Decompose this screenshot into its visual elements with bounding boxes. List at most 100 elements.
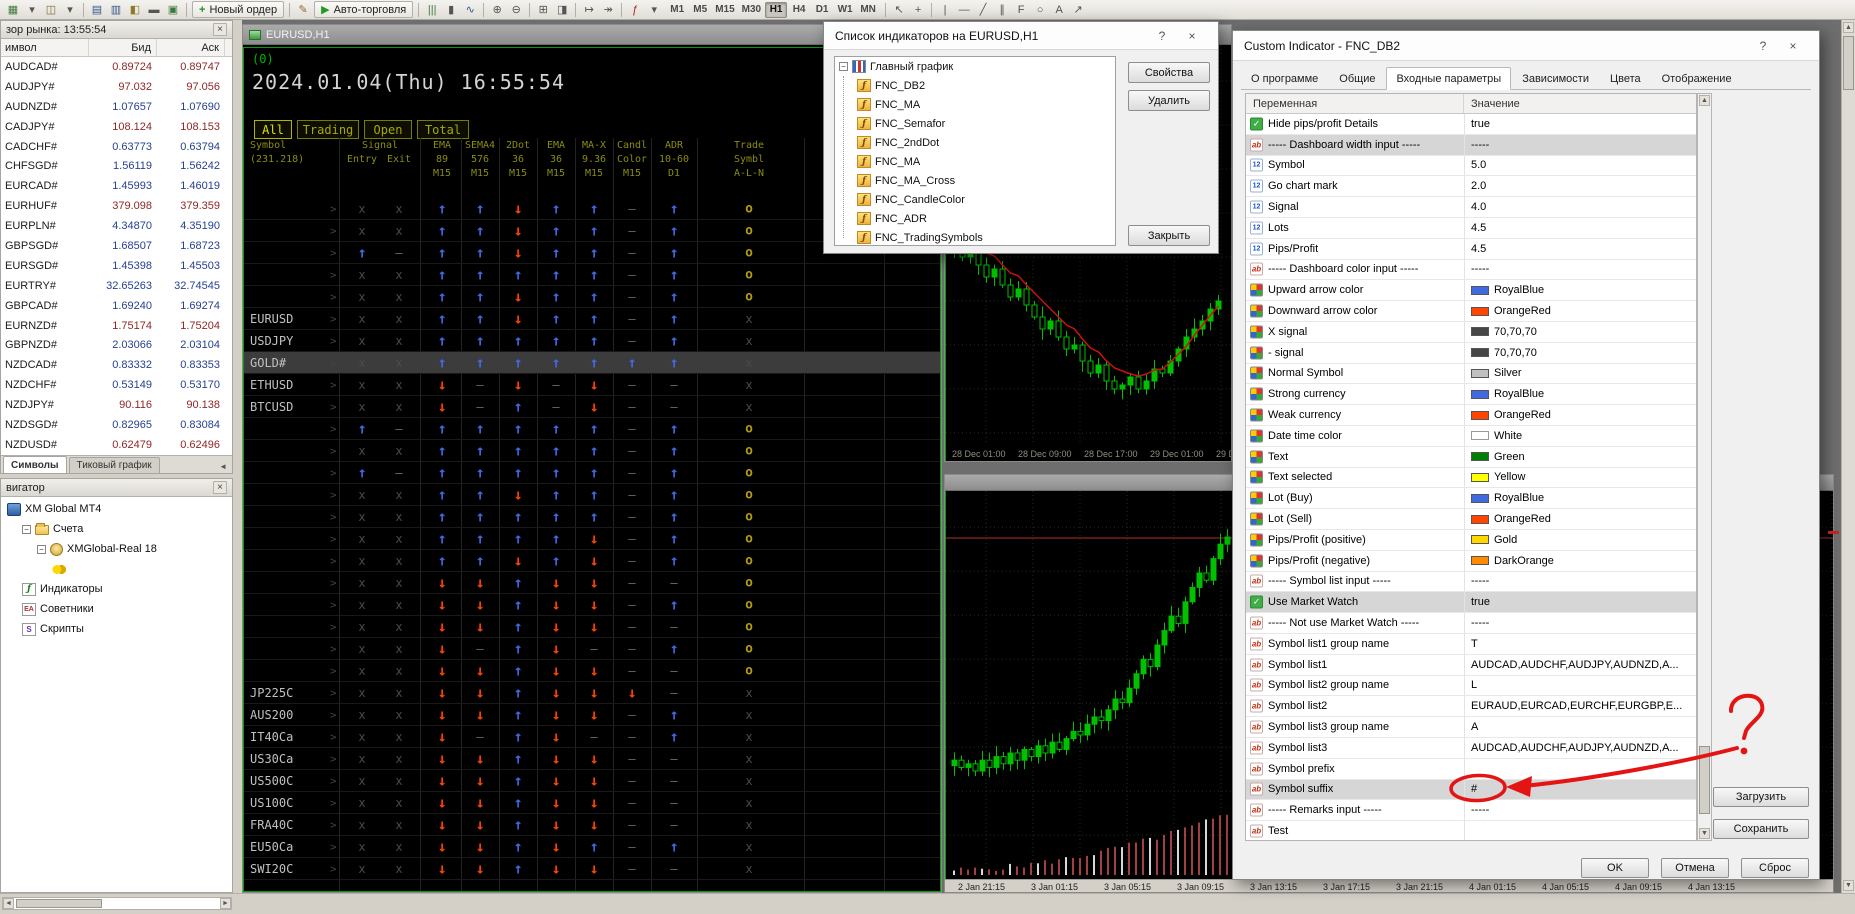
- dashboard-row[interactable]: AUS200>xx↓↓↑↓↓–↑x: [244, 704, 940, 726]
- save-button[interactable]: Сохранить: [1713, 819, 1809, 839]
- dashboard-row[interactable]: EURUSD>xx↑↑↓↑↑–↑x: [244, 308, 940, 330]
- dashboard-row[interactable]: FRA40C>xx↓↓↑↓↓––x: [244, 814, 940, 836]
- param-row[interactable]: ab----- Dashboard width input ----------: [1246, 135, 1696, 156]
- param-value[interactable]: A: [1464, 717, 1696, 737]
- param-row[interactable]: Pips/Profit (positive)Gold: [1246, 530, 1696, 551]
- market-watch-row[interactable]: NZDSGD#0.829650.83084: [1, 415, 232, 435]
- market-watch-row[interactable]: CADJPY#108.124108.153: [1, 117, 232, 137]
- filter-all-button[interactable]: All: [254, 120, 292, 139]
- param-value[interactable]: -----: [1464, 572, 1696, 592]
- timeframe-w1-button[interactable]: W1: [834, 2, 856, 18]
- new-order-button[interactable]: +Новый ордер: [192, 1, 284, 18]
- param-value[interactable]: -----: [1464, 613, 1696, 633]
- tab-о-программе[interactable]: О программе: [1241, 68, 1328, 89]
- autotrading-button[interactable]: ▶Авто-торговля: [314, 1, 413, 18]
- row-chevron-icon[interactable]: >: [330, 598, 337, 611]
- market-watch-row[interactable]: CHFSGD#1.561191.56242: [1, 156, 232, 176]
- load-button[interactable]: Загрузить: [1713, 787, 1809, 807]
- market-watch-row[interactable]: CADCHF#0.637730.63794: [1, 137, 232, 157]
- param-row[interactable]: ✓Use Market Watchtrue: [1246, 592, 1696, 613]
- param-row[interactable]: 12Signal4.0: [1246, 197, 1696, 218]
- indicator-list-item[interactable]: ƒFNC_2ndDot: [835, 133, 1115, 152]
- tree-expander-icon[interactable]: −: [22, 525, 31, 534]
- row-chevron-icon[interactable]: >: [330, 840, 337, 853]
- navigator-icon[interactable]: ◧: [126, 1, 144, 18]
- terminal-icon[interactable]: ▬: [145, 1, 163, 18]
- column-symbol[interactable]: имвол: [1, 39, 89, 56]
- timeframe-h1-button[interactable]: H1: [765, 2, 787, 18]
- vertical-scrollbar-thumb[interactable]: [1843, 36, 1854, 90]
- param-row[interactable]: TextGreen: [1246, 447, 1696, 468]
- dashboard-row[interactable]: >xx↑↑↑↑↑–↑o: [244, 506, 940, 528]
- horizontal-scrollbar[interactable]: ◄ ►: [2, 897, 232, 910]
- market-watch-row[interactable]: GBPSGD#1.685071.68723: [1, 236, 232, 256]
- params-scrollbar[interactable]: ▲ ▼: [1697, 93, 1712, 841]
- param-value[interactable]: White: [1464, 426, 1696, 446]
- dashboard-row[interactable]: >xx↓↓↑↓↓––o: [244, 572, 940, 594]
- row-chevron-icon[interactable]: >: [330, 444, 337, 457]
- row-chevron-icon[interactable]: >: [330, 708, 337, 721]
- dashboard-row[interactable]: US500C>xx↓↓↑↓↓––x: [244, 770, 940, 792]
- dashboard-row[interactable]: JP225C>xx↓↓↑↓↓↓–x: [244, 682, 940, 704]
- dashboard-row[interactable]: US30Ca>xx↓↓↑↓↓––x: [244, 748, 940, 770]
- param-value[interactable]: true: [1464, 114, 1696, 134]
- param-row[interactable]: abSymbol list2 group nameL: [1246, 676, 1696, 697]
- market-watch-row[interactable]: AUDCAD#0.897240.89747: [1, 57, 232, 77]
- param-value[interactable]: OrangeRed: [1464, 509, 1696, 529]
- param-row[interactable]: Normal SymbolSilver: [1246, 364, 1696, 385]
- param-value[interactable]: Green: [1464, 447, 1696, 467]
- metaeditor-icon[interactable]: ✎: [294, 1, 312, 18]
- row-chevron-icon[interactable]: >: [330, 268, 337, 281]
- param-value[interactable]: 4.0: [1464, 197, 1696, 217]
- param-row[interactable]: 12Symbol5.0: [1246, 156, 1696, 177]
- timeframe-d1-button[interactable]: D1: [811, 2, 833, 18]
- bar-chart-icon[interactable]: |||: [423, 1, 441, 18]
- param-value[interactable]: RoyalBlue: [1464, 488, 1696, 508]
- navigator-item-account-state[interactable]: [1, 559, 232, 579]
- dashboard-row[interactable]: >xx↑↑↑↑↑–↑o: [244, 440, 940, 462]
- scroll-up-icon[interactable]: ▲: [1843, 22, 1854, 33]
- scroll-right-icon[interactable]: ►: [220, 898, 231, 909]
- close-icon[interactable]: ×: [1778, 31, 1808, 60]
- market-watch-row[interactable]: EURNZD#1.751741.75204: [1, 316, 232, 336]
- row-chevron-icon[interactable]: >: [330, 422, 337, 435]
- text-label-icon[interactable]: A: [1050, 1, 1068, 18]
- dashboard-row[interactable]: US100C>xx↓↓↑↓↓––x: [244, 792, 940, 814]
- dashboard-row[interactable]: >xx↓↓↑↓↓–↑o: [244, 594, 940, 616]
- help-icon[interactable]: ?: [1748, 31, 1778, 60]
- row-chevron-icon[interactable]: >: [330, 312, 337, 325]
- param-row[interactable]: Strong currencyRoyalBlue: [1246, 384, 1696, 405]
- filter-trading-button[interactable]: Trading: [297, 120, 359, 139]
- param-value[interactable]: RoyalBlue: [1464, 384, 1696, 404]
- param-value[interactable]: 4.5: [1464, 239, 1696, 259]
- filter-open-button[interactable]: Open: [364, 120, 412, 139]
- indicator-list-item[interactable]: ƒFNC_MA: [835, 95, 1115, 114]
- param-value[interactable]: #: [1464, 780, 1696, 800]
- row-chevron-icon[interactable]: >: [330, 554, 337, 567]
- cancel-button[interactable]: Отмена: [1661, 858, 1729, 878]
- param-value[interactable]: [1464, 759, 1696, 779]
- row-chevron-icon[interactable]: >: [330, 488, 337, 501]
- new-chart-dropdown-icon[interactable]: ▾: [23, 1, 41, 18]
- row-chevron-icon[interactable]: >: [330, 664, 337, 677]
- row-chevron-icon[interactable]: >: [330, 532, 337, 545]
- indicator-list-item[interactable]: ƒFNC_MA: [835, 152, 1115, 171]
- param-row[interactable]: abTest: [1246, 821, 1696, 841]
- param-row[interactable]: Date time colorWhite: [1246, 426, 1696, 447]
- param-row[interactable]: Pips/Profit (negative)DarkOrange: [1246, 551, 1696, 572]
- param-value[interactable]: 70,70,70: [1464, 343, 1696, 363]
- scroll-down-icon[interactable]: ▼: [1843, 880, 1854, 891]
- horizontal-scrollbar-thumb[interactable]: [16, 899, 102, 908]
- tree-expander-icon[interactable]: −: [839, 62, 848, 71]
- scroll-up-icon[interactable]: ▲: [1699, 95, 1710, 106]
- row-chevron-icon[interactable]: >: [330, 752, 337, 765]
- param-value[interactable]: Silver: [1464, 364, 1696, 384]
- row-chevron-icon[interactable]: >: [330, 224, 337, 237]
- navigator-item-real-account[interactable]: −XMGlobal-Real 18: [1, 539, 232, 559]
- dashboard-row[interactable]: USDJPY>xx↑↑↑↑↑–↑x: [244, 330, 940, 352]
- column-ask[interactable]: Аск: [157, 39, 225, 56]
- param-row[interactable]: Lot (Sell)OrangeRed: [1246, 509, 1696, 530]
- dashboard-row[interactable]: >xx↑↑↓↑↑–↑o: [244, 286, 940, 308]
- navigator-item-experts[interactable]: EAСоветники: [1, 599, 232, 619]
- param-row[interactable]: Upward arrow colorRoyalBlue: [1246, 280, 1696, 301]
